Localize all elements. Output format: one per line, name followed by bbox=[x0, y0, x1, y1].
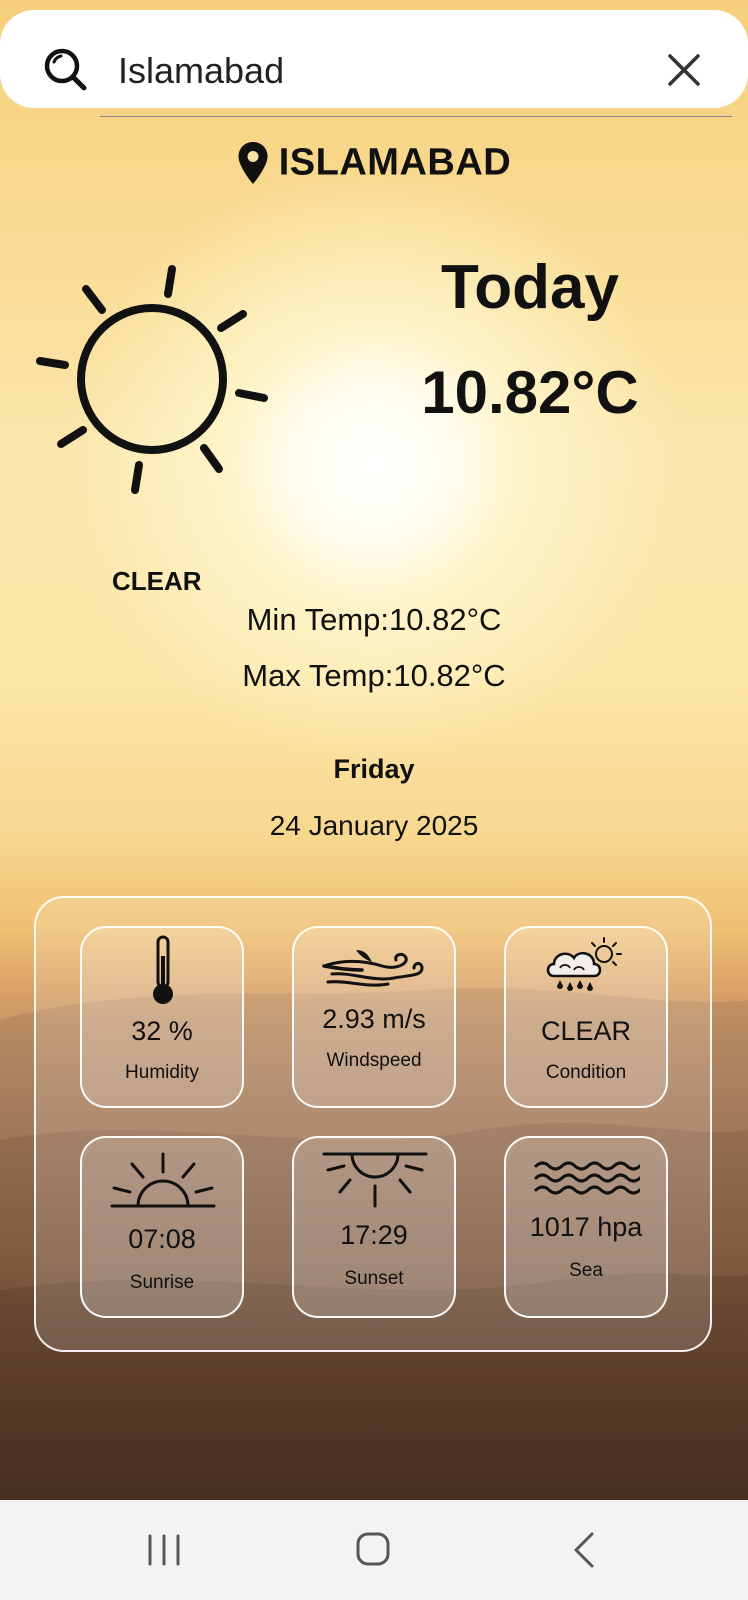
windspeed-value: 2.93 m/s bbox=[322, 1004, 426, 1034]
humidity-tile: 32 % Humidity bbox=[80, 926, 244, 1108]
sunrise-tile: 07:08 Sunrise bbox=[80, 1136, 244, 1318]
search-input[interactable] bbox=[116, 48, 620, 94]
search-icon[interactable] bbox=[42, 46, 88, 92]
humidity-value: 32 % bbox=[131, 1016, 193, 1046]
sunrise-time: 07:08 bbox=[128, 1224, 196, 1254]
wind-icon bbox=[322, 950, 424, 987]
sunset-tile: 17:29 Sunset bbox=[292, 1136, 456, 1318]
condition-tile: CLEAR Condition bbox=[504, 926, 668, 1108]
back-icon[interactable] bbox=[554, 1524, 614, 1576]
full-date: 24 January 2025 bbox=[269, 810, 479, 841]
waves-icon bbox=[534, 1161, 640, 1195]
sunset-icon bbox=[322, 1152, 428, 1208]
search-underline bbox=[100, 116, 732, 117]
sea-level-value: 1017 hpa bbox=[529, 1212, 643, 1242]
condition-value: CLEAR bbox=[540, 1016, 632, 1046]
current-temperature: 10.82°C bbox=[421, 359, 639, 426]
sun-icon bbox=[36, 265, 268, 494]
sunrise-icon bbox=[110, 1152, 216, 1208]
sunset-label: Sunset bbox=[344, 1268, 404, 1289]
min-temperature: Min Temp:10.82°C bbox=[246, 602, 502, 637]
close-icon[interactable] bbox=[662, 48, 706, 92]
location-header: ISLAMABAD bbox=[0, 140, 748, 185]
condition-label: Condition bbox=[545, 1062, 627, 1083]
sunset-time: 17:29 bbox=[340, 1220, 408, 1250]
search-bar bbox=[0, 10, 748, 117]
home-icon[interactable] bbox=[344, 1524, 404, 1576]
system-navigation-bar bbox=[0, 1500, 748, 1600]
city-name: ISLAMABAD bbox=[278, 141, 512, 184]
recent-apps-icon[interactable] bbox=[134, 1524, 194, 1576]
cloud-rain-sun-icon bbox=[546, 937, 622, 991]
location-pin-icon bbox=[238, 141, 268, 184]
max-temperature: Max Temp:10.82°C bbox=[242, 658, 506, 693]
sunrise-label: Sunrise bbox=[129, 1272, 195, 1293]
windspeed-label: Windspeed bbox=[326, 1050, 422, 1071]
sea-level-tile: 1017 hpa Sea bbox=[504, 1136, 668, 1318]
day-of-week: Friday bbox=[333, 754, 415, 784]
windspeed-tile: 2.93 m/s Windspeed bbox=[292, 926, 456, 1108]
today-label: Today bbox=[441, 253, 619, 322]
weather-details-panel: 32 % Humidity 2.93 m/s Windspeed CLEAR C… bbox=[34, 896, 712, 1352]
thermometer-icon bbox=[153, 935, 173, 1004]
sea-level-label: Sea bbox=[569, 1260, 603, 1281]
weather-condition: CLEAR bbox=[112, 566, 202, 596]
humidity-label: Humidity bbox=[125, 1062, 199, 1083]
weather-app-screen: ISLAMABAD Today 10.82°C CLEAR Min Temp:1… bbox=[0, 0, 748, 1500]
